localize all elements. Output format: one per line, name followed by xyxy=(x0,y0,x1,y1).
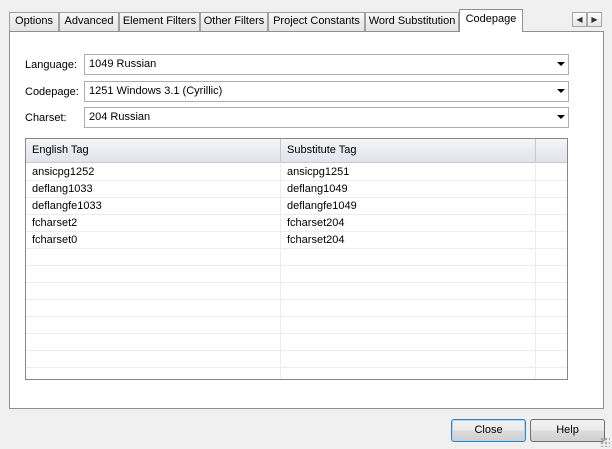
table-row[interactable]: ansicpg1252 ansicpg1251 xyxy=(26,164,567,181)
language-select[interactable]: 1049 Russian xyxy=(84,54,569,75)
grid-header: English Tag Substitute Tag xyxy=(26,139,567,163)
empty-cell[interactable] xyxy=(281,249,536,265)
table-row-empty[interactable] xyxy=(26,317,567,334)
tab-other-filters[interactable]: Other Filters xyxy=(200,12,268,31)
chevron-down-icon xyxy=(557,89,565,93)
substitute-tag-cell[interactable]: ansicpg1251 xyxy=(281,164,536,180)
tab-options[interactable]: Options xyxy=(9,12,59,31)
english-tag-cell[interactable]: fcharset2 xyxy=(26,215,281,231)
table-row[interactable]: deflang1033 deflang1049 xyxy=(26,181,567,198)
empty-cell[interactable] xyxy=(281,266,536,282)
empty-cell[interactable] xyxy=(536,351,567,367)
substitute-tag-cell[interactable]: fcharset204 xyxy=(281,232,536,248)
codepage-select[interactable]: 1251 Windows 3.1 (Cyrillic) xyxy=(84,81,569,102)
table-row[interactable]: deflangfe1033 deflangfe1049 xyxy=(26,198,567,215)
word-tag-grid[interactable]: English Tag Substitute Tag ansicpg1252 an… xyxy=(25,138,568,380)
charset-value: 204 Russian xyxy=(89,111,151,123)
language-value: 1049 Russian xyxy=(89,58,157,70)
empty-cell[interactable] xyxy=(281,283,536,299)
help-button[interactable]: Help xyxy=(530,419,605,442)
codepage-label: Codepage: xyxy=(25,86,79,98)
close-button[interactable]: Close xyxy=(451,419,526,442)
table-row-empty[interactable] xyxy=(26,266,567,283)
empty-cell[interactable] xyxy=(536,249,567,265)
chevron-down-icon xyxy=(557,115,565,119)
column-header-english-tag[interactable]: English Tag xyxy=(26,139,281,162)
column-header-substitute-tag[interactable]: Substitute Tag xyxy=(281,139,536,162)
empty-cell[interactable] xyxy=(536,181,567,197)
empty-cell[interactable] xyxy=(26,266,281,282)
table-row-empty[interactable] xyxy=(26,368,567,379)
empty-cell[interactable] xyxy=(281,317,536,333)
english-tag-cell[interactable]: deflang1033 xyxy=(26,181,281,197)
empty-cell[interactable] xyxy=(536,215,567,231)
empty-cell[interactable] xyxy=(26,300,281,316)
column-header-filler xyxy=(536,139,567,162)
empty-cell[interactable] xyxy=(26,249,281,265)
empty-cell[interactable] xyxy=(281,300,536,316)
empty-cell[interactable] xyxy=(536,164,567,180)
empty-cell[interactable] xyxy=(536,317,567,333)
empty-cell[interactable] xyxy=(281,351,536,367)
table-row[interactable]: fcharset0 fcharset204 xyxy=(26,232,567,249)
tab-scroll-left-button[interactable]: ◀ xyxy=(572,12,587,27)
chevron-down-icon xyxy=(557,62,565,66)
english-tag-cell[interactable]: deflangfe1033 xyxy=(26,198,281,214)
table-row-empty[interactable] xyxy=(26,300,567,317)
english-tag-cell[interactable]: fcharset0 xyxy=(26,232,281,248)
empty-cell[interactable] xyxy=(536,232,567,248)
empty-cell[interactable] xyxy=(26,334,281,350)
table-row-empty[interactable] xyxy=(26,351,567,368)
substitute-tag-cell[interactable]: deflangfe1049 xyxy=(281,198,536,214)
substitute-tag-cell[interactable]: fcharset204 xyxy=(281,215,536,231)
empty-cell[interactable] xyxy=(281,334,536,350)
tab-advanced[interactable]: Advanced xyxy=(59,12,119,31)
empty-cell[interactable] xyxy=(26,351,281,367)
empty-cell[interactable] xyxy=(26,368,281,379)
empty-cell[interactable] xyxy=(536,368,567,379)
substitute-tag-cell[interactable]: deflang1049 xyxy=(281,181,536,197)
language-label: Language: xyxy=(25,59,77,71)
table-row-empty[interactable] xyxy=(26,334,567,351)
charset-select[interactable]: 204 Russian xyxy=(84,107,569,128)
tab-strip: Options Advanced Element Filters Other F… xyxy=(9,9,604,32)
tab-word-substitution[interactable]: Word Substitution xyxy=(365,12,459,31)
table-row-empty[interactable] xyxy=(26,283,567,300)
empty-cell[interactable] xyxy=(281,368,536,379)
tab-element-filters[interactable]: Element Filters xyxy=(119,12,200,31)
charset-label: Charset: xyxy=(25,112,67,124)
triangle-right-icon: ▶ xyxy=(591,15,598,24)
empty-cell[interactable] xyxy=(536,334,567,350)
english-tag-cell[interactable]: ansicpg1252 xyxy=(26,164,281,180)
empty-cell[interactable] xyxy=(536,300,567,316)
codepage-value: 1251 Windows 3.1 (Cyrillic) xyxy=(89,85,223,97)
empty-cell[interactable] xyxy=(26,283,281,299)
tab-project-constants[interactable]: Project Constants xyxy=(268,12,365,31)
codepage-tab-panel: Language: 1049 Russian Codepage: 1251 Wi… xyxy=(9,31,604,409)
resize-grip[interactable] xyxy=(600,437,610,447)
empty-cell[interactable] xyxy=(536,266,567,282)
triangle-left-icon: ◀ xyxy=(576,15,583,24)
tab-codepage[interactable]: Codepage xyxy=(459,9,523,32)
table-row-empty[interactable] xyxy=(26,249,567,266)
table-row[interactable]: fcharset2 fcharset204 xyxy=(26,215,567,232)
tab-scroll-right-button[interactable]: ▶ xyxy=(587,12,602,27)
empty-cell[interactable] xyxy=(536,283,567,299)
empty-cell[interactable] xyxy=(26,317,281,333)
empty-cell[interactable] xyxy=(536,198,567,214)
